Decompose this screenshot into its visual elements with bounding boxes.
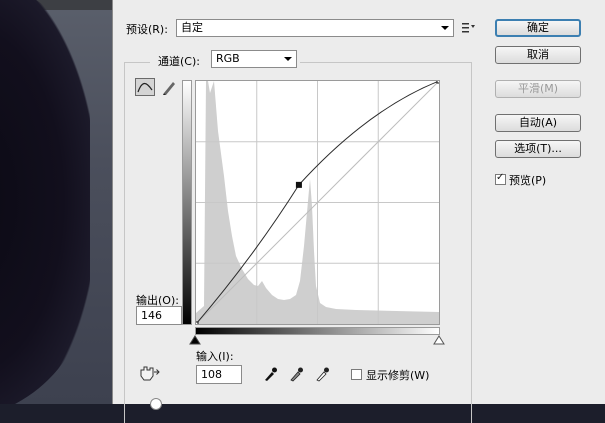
checkmark-icon: ✓ (496, 172, 505, 183)
input-gradient-bar (195, 327, 440, 335)
chevron-down-icon (284, 57, 292, 61)
preset-select[interactable]: 自定 (176, 19, 454, 37)
channel-label: 通道(C): (158, 55, 200, 68)
curve-point[interactable] (436, 81, 439, 84)
white-eyedropper-icon[interactable] (314, 366, 330, 382)
preview-checkbox[interactable]: ✓ (495, 172, 506, 185)
channel-value: RGB (216, 52, 240, 65)
curve-graph-svg[interactable] (196, 81, 439, 324)
curve-tool-button[interactable] (135, 78, 155, 96)
preset-value: 自定 (181, 21, 203, 34)
targeted-adjustment-icon[interactable] (138, 364, 160, 382)
ok-button[interactable]: 确定 (495, 19, 581, 37)
selected-curve-point[interactable] (295, 181, 302, 188)
show-clipping-label: 显示修剪(W) (366, 369, 430, 382)
channel-select[interactable]: RGB (211, 50, 297, 68)
hair-shape (0, 0, 90, 404)
output-gradient-bar (182, 80, 192, 325)
preview-label: 预览(P) (509, 174, 547, 187)
options-button[interactable]: 选项(T)... (495, 140, 581, 158)
curve-display-radio[interactable] (150, 398, 162, 410)
black-eyedropper-icon[interactable] (262, 366, 278, 382)
input-field[interactable]: 108 (196, 365, 242, 384)
white-point-slider[interactable] (433, 335, 445, 345)
input-label: 输入(I): (196, 350, 234, 363)
black-point-slider[interactable] (189, 335, 201, 345)
pencil-icon (163, 82, 175, 95)
show-clipping-checkbox[interactable] (351, 369, 362, 380)
curve-tool-icon (137, 82, 153, 93)
curve-graph[interactable] (195, 80, 440, 325)
output-field[interactable]: 146 (136, 306, 182, 325)
curve-point[interactable] (196, 321, 199, 324)
cancel-button[interactable]: 取消 (495, 46, 581, 64)
preset-label: 预设(R): (126, 23, 168, 36)
chevron-down-icon (441, 26, 449, 30)
pencil-tool-button[interactable] (160, 78, 180, 96)
gray-eyedropper-icon[interactable] (288, 366, 304, 382)
preset-options-icon[interactable] (462, 22, 476, 34)
smooth-button[interactable]: 平滑(M) (495, 80, 581, 98)
background-photo (0, 0, 112, 404)
auto-button[interactable]: 自动(A) (495, 114, 581, 132)
